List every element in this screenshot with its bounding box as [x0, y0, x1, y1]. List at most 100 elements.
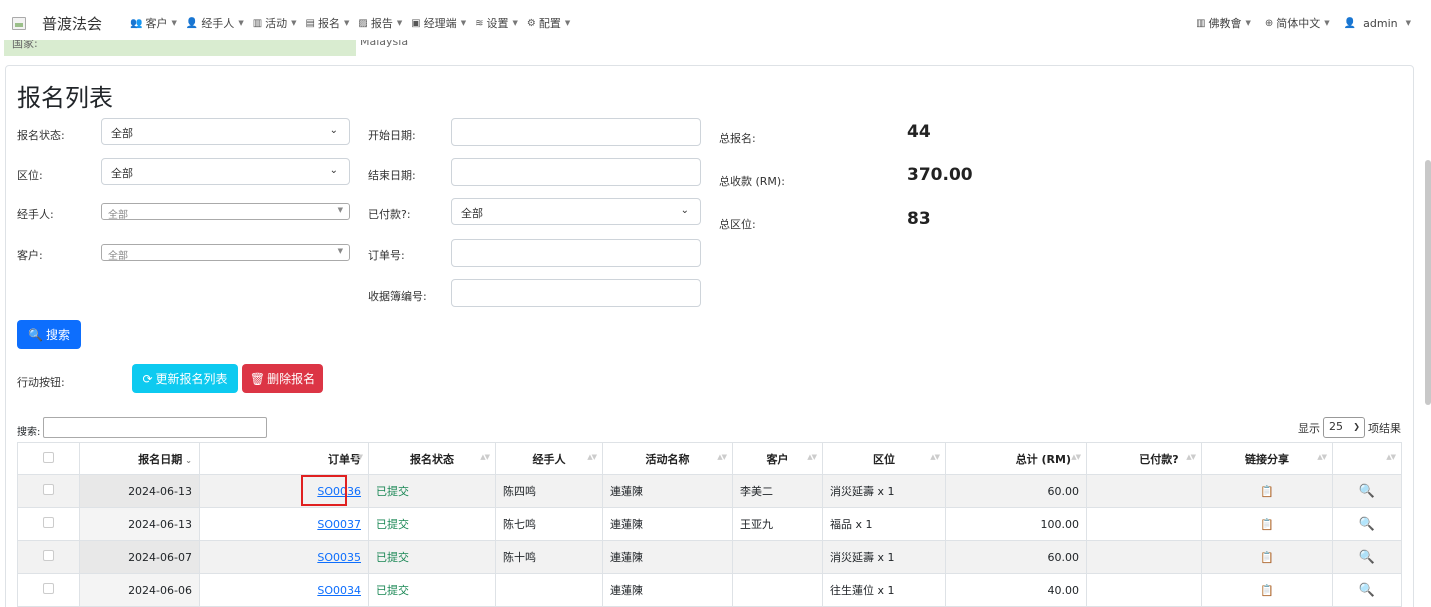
cell-status: 已提交 [368, 507, 496, 541]
total-income-value: 370.00 [907, 165, 973, 185]
org-dropdown[interactable]: ▥ 佛教會 ▼ [1196, 15, 1251, 31]
logo-image-icon [12, 16, 26, 30]
magnifier-icon[interactable]: 🔍 [1359, 517, 1375, 532]
header-total[interactable]: 总计 (RM) ▲▼ [945, 442, 1087, 475]
paid-select[interactable]: 全部 ⌄ [451, 198, 701, 225]
cell-date: 2024-06-13 [79, 507, 200, 541]
cell-date: 2024-06-07 [79, 540, 200, 574]
receipt-input[interactable] [451, 279, 701, 307]
clipboard-icon[interactable]: 📋 [1260, 584, 1274, 597]
header-customer[interactable]: 客户 ▲▼ [732, 442, 823, 475]
search-button[interactable]: 🔍 搜索 [17, 320, 81, 349]
page-length-value: 25 [1329, 420, 1343, 433]
language-label: 简体中文 [1276, 17, 1321, 30]
checkbox[interactable] [43, 451, 54, 463]
table-row: 2024-06-13 SO0036 已提交 陈四鸣 連蓮陳 李美二 消災延壽 x… [17, 474, 1402, 508]
clipboard-icon[interactable]: 📋 [1260, 551, 1274, 564]
order-link[interactable]: SO0034 [317, 584, 361, 597]
total-reg-value: 44 [907, 122, 931, 142]
table-search-input[interactable] [43, 417, 267, 438]
order-link[interactable]: SO0035 [317, 551, 361, 564]
nav-item-handlers[interactable]: 👤 经手人 ▼ [186, 15, 244, 31]
cell-customer: 王亚九 [732, 507, 823, 541]
caret-down-icon: ▼ [291, 19, 297, 27]
header-order[interactable]: 订单号 ▲▼ [199, 442, 369, 475]
caret-down-icon: ▼ [238, 19, 244, 27]
select-all-header[interactable] [17, 442, 80, 475]
handler-select[interactable]: 全部 ▼ [101, 203, 350, 221]
header-share-link[interactable]: 链接分享 ▲▼ [1201, 442, 1333, 475]
caret-down-icon: ▼ [564, 19, 571, 27]
checkbox[interactable] [43, 517, 54, 528]
nav-item-config[interactable]: ⚙ 配置 ▼ [527, 15, 570, 31]
end-date-input[interactable] [451, 158, 701, 186]
header-date[interactable]: 报名日期 ⌄ [79, 442, 200, 475]
nav-menu: 👥 客户 ▼ 👤 经手人 ▼ ▥ 活动 ▼ ▤ 报名 ▼ ▨ 报告 ▼ ▣ 经理端 ▼ ≋ 设置 ▼ ⚙ 配置… [130, 15, 570, 31]
user-dropdown[interactable]: 👤 admin ▼ [1344, 17, 1411, 30]
nav-item-manager[interactable]: ▣ 经理端 ▼ [411, 15, 466, 31]
nav-item-customers[interactable]: 👥 客户 ▼ [130, 15, 177, 31]
row-checkbox-cell[interactable] [17, 573, 80, 607]
nav-item-events[interactable]: ▥ 活动 ▼ [253, 15, 297, 31]
row-checkbox-cell[interactable] [17, 474, 80, 508]
nav-label: 配置 [538, 17, 561, 30]
zone-value: 全部 [111, 167, 133, 180]
cell-order: SO0037 [199, 507, 369, 541]
briefcase-icon: ▣ [411, 17, 421, 29]
row-checkbox-cell[interactable] [17, 540, 80, 574]
header-label: 已付款? [1139, 452, 1179, 466]
checkbox[interactable] [43, 550, 54, 561]
cell-order: SO0035 [199, 540, 369, 574]
caret-down-icon: ▼ [1405, 19, 1411, 27]
order-input[interactable] [451, 239, 701, 267]
start-date-input[interactable] [451, 118, 701, 146]
nav-item-settings[interactable]: ≋ 设置 ▼ [475, 15, 518, 31]
status-select[interactable]: 全部 ⌄ [101, 118, 350, 145]
chevron-down-icon: ⌄ [680, 205, 689, 216]
header-event[interactable]: 活动名称 ▲▼ [602, 442, 733, 475]
order-link[interactable]: SO0037 [317, 518, 361, 531]
header-status[interactable]: 报名状态 ▲▼ [368, 442, 496, 475]
cell-zone: 福品 x 1 [822, 507, 946, 541]
user-label: admin [1363, 16, 1398, 30]
row-checkbox-cell[interactable] [17, 507, 80, 541]
delete-registration-button[interactable]: 🗑 删除报名 [242, 364, 323, 393]
total-income-label: 总收款 (RM): [719, 175, 785, 188]
clipboard-icon[interactable]: 📋 [1260, 518, 1274, 531]
refresh-list-button[interactable]: ⟳ 更新报名列表 [132, 364, 238, 393]
zone-select[interactable]: 全部 ⌄ [101, 158, 350, 185]
peek-row: 国家: Malaysia [0, 40, 1431, 56]
page-length-select[interactable]: 25 ❯ [1323, 417, 1365, 438]
checkbox[interactable] [43, 583, 54, 594]
header-zone[interactable]: 区位 ▲▼ [822, 442, 946, 475]
registration-table: 报名日期 ⌄ 订单号 ▲▼ 报名状态 ▲▼ 经手人 ▲▼ 活动名称 ▲▼ 客户 ▲▼ 区位 ▲… [17, 442, 1402, 607]
end-date-label: 结束日期: [368, 169, 416, 182]
cell-customer: 李美二 [732, 474, 823, 508]
header-handler[interactable]: 经手人 ▲▼ [495, 442, 603, 475]
nav-item-reports[interactable]: ▨ 报告 ▼ [358, 15, 402, 31]
cell-event: 連蓮陳 [602, 540, 733, 574]
checkbox[interactable] [43, 484, 54, 495]
total-zone-label: 总区位: [719, 218, 756, 231]
customer-select[interactable]: 全部 ▼ [101, 244, 350, 262]
language-dropdown[interactable]: ⊕ 简体中文 ▼ [1265, 15, 1330, 31]
clipboard-icon[interactable]: 📋 [1260, 485, 1274, 498]
magnifier-icon[interactable]: 🔍 [1359, 484, 1375, 499]
header-label: 客户 [766, 452, 789, 466]
brand[interactable]: 普渡法会 [12, 13, 102, 34]
page-scrollbar[interactable] [1425, 160, 1431, 405]
cell-zone: 往生蓮位 x 1 [822, 573, 946, 607]
refresh-icon: ⟳ [142, 371, 153, 386]
cell-handler: 陈十鸣 [495, 540, 603, 574]
cell-handler: 陈四鸣 [495, 474, 603, 508]
cell-event: 連蓮陳 [602, 474, 733, 508]
handler-value: 全部 [108, 210, 128, 221]
sort-icon: ▲▼ [1071, 453, 1081, 461]
cell-paid [1086, 474, 1202, 508]
magnifier-icon[interactable]: 🔍 [1359, 583, 1375, 598]
magnifier-icon[interactable]: 🔍 [1359, 550, 1375, 565]
nav-item-registrations[interactable]: ▤ 报名 ▼ [306, 15, 350, 31]
page-title: 报名列表 [17, 84, 113, 112]
cell-paid [1086, 507, 1202, 541]
header-paid[interactable]: 已付款? ▲▼ [1086, 442, 1202, 475]
